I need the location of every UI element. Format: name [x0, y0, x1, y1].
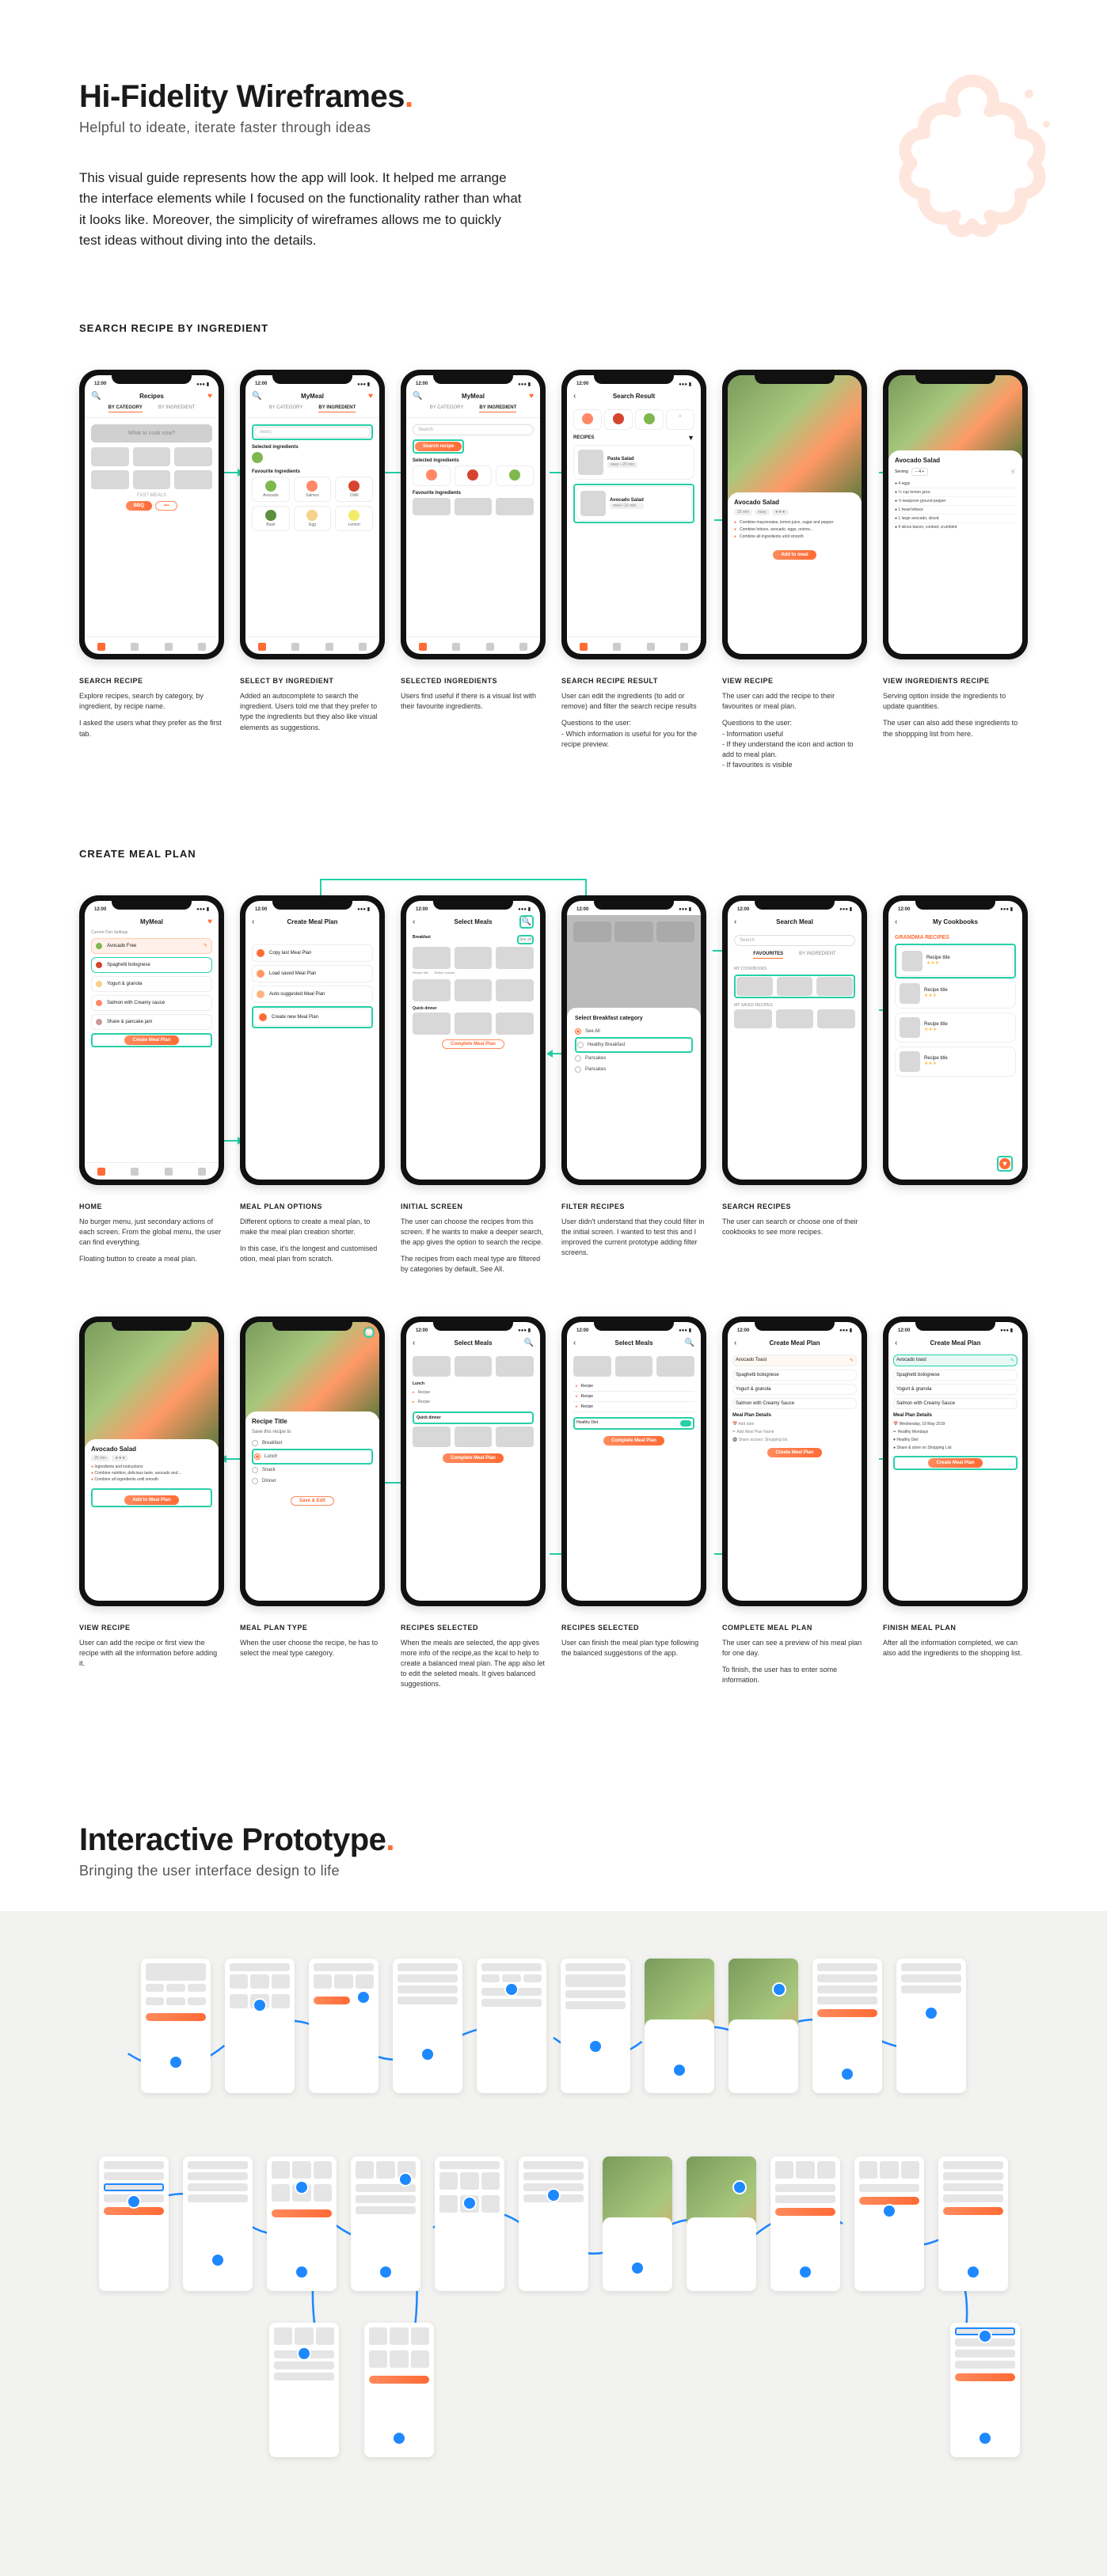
search-recipe-button[interactable]: Search recipe — [415, 442, 462, 451]
section-mealplan-label: CREATE MEAL PLAN — [79, 848, 1028, 860]
phone-cookbook: 12:00●●● ▮ ‹My Cookbooks GRANDMA RECIPES… — [883, 895, 1028, 1185]
phone-meal-type: ♡ Recipe Title Save this recipe to Break… — [240, 1316, 385, 1606]
phone-selected-ingredients: 12:00●●● ▮ 🔍MyMeal♥ BY CATEGORYBY INGRED… — [401, 370, 546, 659]
filter-fab[interactable]: ▼ — [999, 1158, 1010, 1169]
phone-recipes-selected-1: 12:00●●● ▮ ‹Select Meals🔍 Lunch ▸Recipe … — [401, 1316, 546, 1606]
phone-filter-recipes: 12:00●●● ▮ Select Breakfast category See… — [561, 895, 706, 1185]
phone-meal-options: 12:00●●● ▮ ‹Create Meal Plan Copy last M… — [240, 895, 385, 1185]
phone-select-meals: 12:00●●● ▮ ‹Select Meals🔍 BreakfastSee a… — [401, 895, 546, 1185]
phone-view-ingredients: Avocado Salad Serving− 4 +🛒 ● 4 eggs ● ¼… — [883, 370, 1028, 659]
search-icon[interactable]: 🔍 — [519, 915, 534, 929]
intro-paragraph: This visual guide represents how the app… — [79, 168, 523, 251]
mealplan-flow-row-2: Avocado Salad 25 min★★★ ● Ingredients an… — [79, 1316, 1028, 1696]
phone-select-ingredient: 12:00●●● ▮ 🔍MyMeal♥ BY CATEGORYBY INGRED… — [240, 370, 385, 659]
mealplan-flow-row-1: 12:00●●● ▮ MyMeal♥ Current Diet Settings… — [79, 895, 1028, 1281]
search-icon[interactable]: 🔍 — [91, 392, 101, 401]
phone-home: 12:00●●● ▮ MyMeal♥ Current Diet Settings… — [79, 895, 224, 1185]
proto-screen — [141, 1959, 211, 2093]
caption-title: SEARCH RECIPE — [79, 677, 224, 685]
search-flow-row: 12:00●●● ▮ 🔍Recipes♥ BY CATEGORYBY INGRE… — [79, 370, 1028, 776]
heart-icon[interactable]: ♥ — [207, 392, 212, 401]
decoration-flower-icon — [885, 63, 1059, 237]
phone-complete-meal-plan: 12:00●●● ▮ ‹Create Meal Plan Avocado Toa… — [722, 1316, 867, 1606]
add-to-meal-button[interactable]: Add to meal — [773, 550, 816, 560]
phone-search-meal: 12:00●●● ▮ ‹Search Meal Search FAVOURITE… — [722, 895, 867, 1185]
phone-view-recipe: Avocado Salad 25 mineasy★★★ ●Combine may… — [722, 370, 867, 659]
create-meal-plan-button[interactable]: Create Meal Plan — [124, 1035, 178, 1045]
phone-search-recipe: 12:00●●● ▮ 🔍Recipes♥ BY CATEGORYBY INGRE… — [79, 370, 224, 659]
section-search-label: SEARCH RECIPE BY INGREDIENT — [79, 322, 1028, 334]
phone-search-result: 12:00●●● ▮ ‹Search Result ＋ RECIPES▼ Pas… — [561, 370, 706, 659]
filter-icon[interactable]: ▼ — [687, 434, 694, 442]
cart-icon[interactable]: 🛒 — [1011, 469, 1016, 474]
search-input[interactable]: Avoc| — [254, 427, 371, 438]
chip-bbq[interactable]: BBQ — [126, 501, 152, 511]
phone-view-recipe-2: Avocado Salad 25 min★★★ ● Ingredients an… — [79, 1316, 224, 1606]
interactive-prototype-section: Interactive Prototype. Bringing the user… — [79, 1822, 1028, 1879]
add-to-meal-plan-button[interactable]: Add to Meal Plan — [124, 1495, 178, 1505]
prototype-canvas — [0, 1911, 1107, 2576]
phone-recipes-selected-2: 12:00●●● ▮ ‹Select Meals🔍 ▸Recipe ▸Recip… — [561, 1316, 706, 1606]
back-icon[interactable]: ‹ — [573, 392, 576, 401]
phone-finish-meal-plan: 12:00●●● ▮ ‹Create Meal Plan Avocado toa… — [883, 1316, 1028, 1606]
